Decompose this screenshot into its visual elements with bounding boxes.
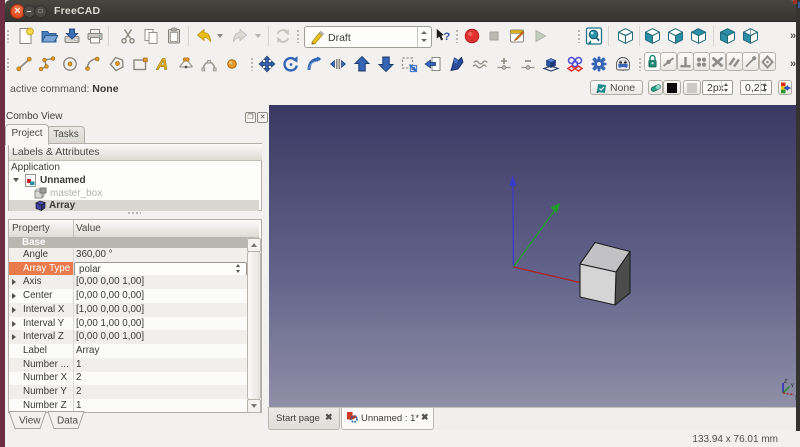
- svg-text:?: ?: [443, 31, 450, 43]
- svg-text:View: View: [19, 416, 41, 427]
- svg-text:Data: Data: [57, 416, 79, 427]
- svg-text:A: A: [156, 57, 169, 74]
- svg-text:Y: Y: [791, 384, 795, 390]
